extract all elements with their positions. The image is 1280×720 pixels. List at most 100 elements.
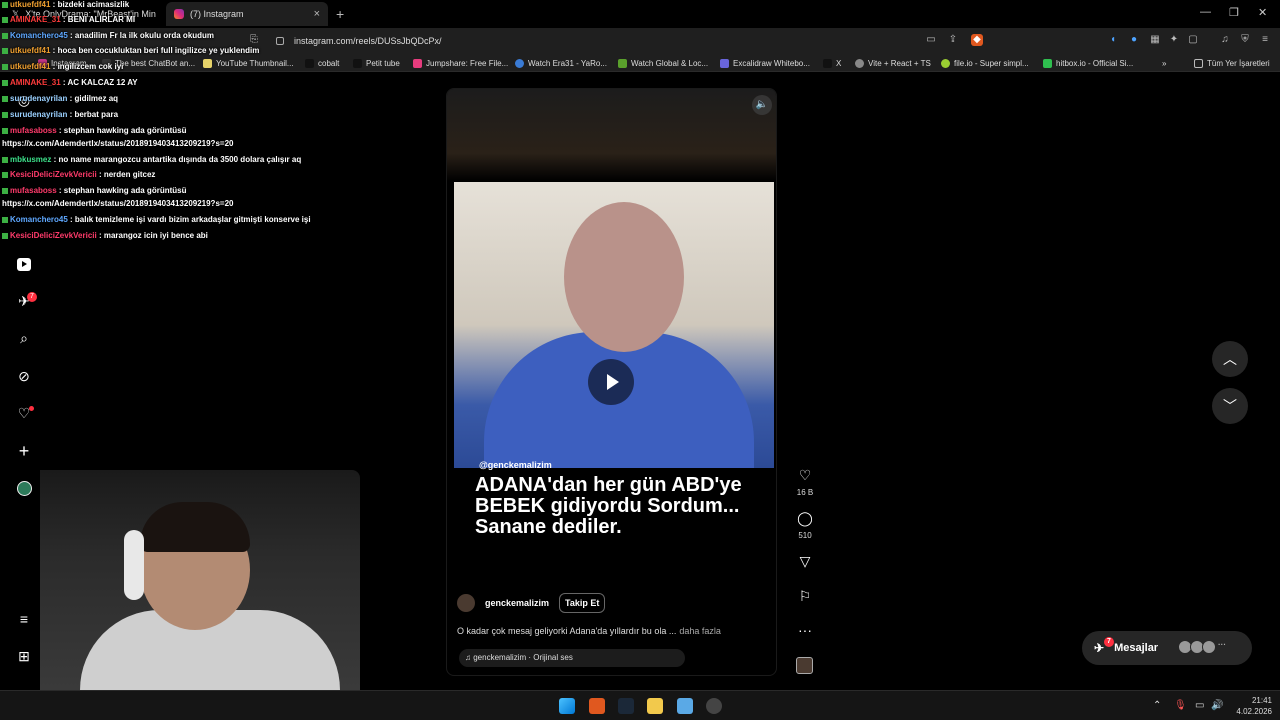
bookmark-item[interactable]: X [823, 57, 841, 70]
more-link[interactable]: daha fazla [679, 626, 721, 636]
restore-button[interactable]: ❐ [1229, 6, 1239, 19]
badge-icon [2, 1, 8, 8]
play-button[interactable] [588, 359, 634, 405]
chat-username[interactable]: AMINAKE_31 [10, 15, 61, 24]
bookmarks-more-button[interactable]: » [1162, 57, 1166, 70]
chat-username[interactable]: mbkusmez [10, 155, 51, 164]
chevron-up-icon[interactable]: ⌃ [1153, 700, 1161, 711]
address-bar[interactable]: instagram.com/reels/DUSsJbQDcPx/ [276, 32, 986, 50]
chat-username[interactable]: KesiciDeliciZevkVericii [10, 231, 97, 240]
video-caption-overlay: ADANA'dan her gün ABD'ye BEBEK gidiyordu… [475, 474, 742, 538]
volume-icon[interactable]: 🔊 [1211, 700, 1223, 711]
brave-shield-icon[interactable]: ◆ [971, 34, 983, 46]
app-icon[interactable] [706, 698, 722, 714]
bookmark-item[interactable]: Excalidraw Whitebo... [720, 57, 810, 70]
follow-button[interactable]: Takip Et [559, 593, 606, 613]
webcam-overlay [40, 470, 360, 690]
speech-icon[interactable]: ◖ [1107, 34, 1119, 46]
network-icon[interactable]: ▭ [1195, 700, 1204, 711]
reels-icon[interactable] [16, 256, 32, 272]
date: 4.02.2026 [1236, 707, 1272, 716]
bookmark-label: file.io - Super simpl... [954, 59, 1029, 68]
chat-message: mufasaboss : stephan hawking ada görüntü… [2, 126, 186, 136]
menu-icon[interactable]: ≡ [1259, 34, 1271, 46]
chat-message: KesiciDeliciZevkVericii : nerden gitcez [2, 170, 155, 180]
bookmark-item[interactable]: hitbox.io - Official Si... [1043, 57, 1133, 70]
chat-message: utkuefdf41 : hoca ben cocukluktan beri f… [2, 46, 259, 56]
bookmark-item[interactable]: Watch Era31 - YaRo... [515, 57, 607, 70]
audio-thumbnail[interactable] [796, 657, 813, 674]
chat-text: : stephan hawking ada görüntüsü [56, 126, 187, 135]
save-bookmark-icon[interactable]: ⚐ [794, 588, 816, 605]
message-avatars: ··· [1178, 640, 1226, 654]
like-heart-icon[interactable]: ♡ [794, 467, 816, 484]
reel-player[interactable]: 🔈 @genckemalizim ADANA'dan her gün ABD'y… [446, 88, 777, 676]
badge-icon [2, 95, 8, 102]
chat-text: : marangoz icin iyi bence abi [96, 231, 208, 240]
vpn-icon[interactable]: ⛨ [1239, 34, 1251, 46]
chat-text: : bizdeki acimasizlik [50, 0, 130, 9]
file-explorer-icon[interactable] [647, 698, 663, 714]
more-apps-icon[interactable]: ⊞ [16, 648, 32, 664]
chat-username[interactable]: Komanchero45 [10, 31, 68, 40]
menu-icon[interactable]: ≡ [16, 611, 32, 627]
messages-pill[interactable]: ✈ 7 Mesajlar ··· [1082, 631, 1252, 665]
chat-username[interactable]: surudenayrilan [10, 110, 67, 119]
media-icon[interactable]: ♫ [1219, 34, 1231, 46]
more-options-icon[interactable]: ··· [794, 622, 816, 638]
chat-username[interactable]: AMINAKE_31 [10, 78, 61, 87]
minimize-button[interactable]: — [1200, 6, 1211, 18]
bookmark-item[interactable]: Petit tube [353, 57, 400, 70]
volume-icon[interactable]: 🔈 [752, 95, 772, 115]
extension-icon[interactable]: ▦ [1149, 34, 1161, 46]
chat-username[interactable]: KesiciDeliciZevkVericii [10, 170, 97, 179]
all-bookmarks-button[interactable]: Tüm Yer İşaretleri [1194, 57, 1270, 70]
bookmark-item[interactable]: Vite + React + TS [855, 57, 931, 70]
cast-icon[interactable]: ▭ [925, 34, 937, 46]
bookmark-item[interactable]: file.io - Super simpl... [941, 57, 1029, 70]
chat-text: https://x.com/Ademdertlx/status/20189194… [2, 139, 234, 148]
chat-username[interactable]: Komanchero45 [10, 215, 68, 224]
chat-username[interactable]: surudenayrilan [10, 94, 67, 103]
close-window-button[interactable]: ✕ [1258, 6, 1267, 19]
chat-text: : no name marangozcu antartika dışında d… [51, 155, 302, 164]
start-icon[interactable] [559, 698, 575, 714]
explore-icon[interactable]: ⊘ [16, 368, 32, 384]
create-icon[interactable]: + [16, 441, 32, 461]
steam-icon[interactable] [618, 698, 634, 714]
sidebar-toggle-icon[interactable]: ▢ [1187, 34, 1199, 46]
chat-username[interactable]: utkuefdf41 [10, 46, 50, 55]
windows-taskbar: ⌃ 🎙 ▭ 🔊 21:41 4.02.2026 [0, 690, 1280, 720]
comment-icon[interactable]: ◯ [794, 510, 816, 527]
author-avatar[interactable] [457, 594, 475, 612]
reel-author-row: genckemalizim Takip Et [457, 593, 606, 613]
chat-message: AMINAKE_31 : AC KALCAZ 12 AY [2, 78, 138, 88]
chat-username[interactable]: mufasaboss [10, 186, 57, 195]
clock[interactable]: 21:41 4.02.2026 [1232, 695, 1272, 717]
chat-username[interactable]: mufasaboss [10, 126, 57, 135]
badge-icon [2, 111, 8, 118]
badge-icon [2, 32, 8, 39]
microphone-icon[interactable]: 🎙 [1174, 700, 1187, 711]
extensions-icon[interactable]: ✦ [1168, 34, 1180, 46]
previous-reel-button[interactable]: ︿ [1212, 341, 1248, 377]
extension-icon[interactable]: ● [1128, 34, 1140, 46]
reel-video[interactable] [454, 182, 774, 468]
author-name[interactable]: genckemalizim [485, 598, 549, 608]
profile-avatar-icon[interactable] [16, 480, 32, 496]
bookmark-item[interactable]: Jumpshare: Free File... [413, 57, 508, 70]
next-reel-button[interactable]: ﹀ [1212, 388, 1248, 424]
app-icon[interactable] [677, 698, 693, 714]
reel-audio[interactable]: ♫ genckemalizim · Orijinal ses [459, 649, 685, 667]
chat-message: Komanchero45 : anadilim Fr la ilk okulu … [2, 31, 214, 41]
share-send-icon[interactable]: ▽ [794, 553, 816, 570]
chat-username[interactable]: utkuefdf41 [10, 62, 50, 71]
chat-username[interactable]: utkuefdf41 [10, 0, 50, 9]
brave-icon[interactable] [589, 698, 605, 714]
share-icon[interactable]: ⇪ [947, 34, 959, 46]
description-text: O kadar çok mesaj geliyorki Adana'da yıl… [457, 626, 677, 636]
x-logo-icon [823, 59, 832, 68]
bookmark-item[interactable]: Watch Global & Loc... [618, 57, 708, 70]
search-icon[interactable]: ⌕ [16, 330, 32, 346]
bookmark-label: Watch Era31 - YaRo... [528, 59, 607, 68]
